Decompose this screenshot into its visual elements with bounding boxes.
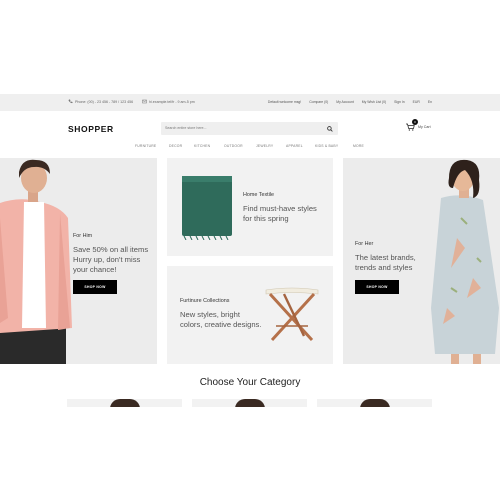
textile-image: [182, 176, 232, 240]
for-him-line-3: your chance!: [73, 265, 117, 274]
language-select[interactable]: En: [428, 100, 432, 104]
for-him-kicker: For Him: [73, 233, 93, 239]
for-her-text: The latest brands, trends and styles: [355, 253, 416, 273]
for-her-kicker: For Her: [355, 241, 374, 247]
category-image: [359, 399, 390, 407]
currency-select[interactable]: EUR: [413, 100, 420, 104]
furniture-line-1: New styles, bright: [180, 310, 240, 319]
for-her-line-1: The latest brands,: [355, 253, 416, 262]
top-utility-bar: Phone: (00) - 23 456 - 789 / 123 456 hi.…: [0, 94, 500, 111]
banner-for-her[interactable]: For Her The latest brands, trends and st…: [343, 158, 500, 364]
for-her-line-2: trends and styles: [355, 263, 413, 272]
compare-link[interactable]: Compare (0): [309, 100, 328, 104]
category-card[interactable]: [192, 399, 307, 407]
cart-label: My Cart: [418, 125, 431, 129]
home-textile-line-1: Find must-have styles: [243, 204, 317, 213]
phone-text: Phone: (00) - 23 456 - 789 / 123 456: [75, 99, 134, 104]
banner-for-him[interactable]: For Him Save 50% on all items Hurry up, …: [0, 158, 157, 364]
nav-item-decor[interactable]: DECOR: [169, 144, 194, 148]
search-icon[interactable]: [327, 125, 333, 132]
wishlist-link[interactable]: My Wish List (0): [362, 100, 386, 104]
nav-item-jewelry[interactable]: JEWELRY: [256, 144, 286, 148]
furniture-kicker: Furtinure Collections: [180, 298, 230, 304]
woman-model-image: [431, 159, 499, 364]
shop-now-button-him[interactable]: SHOP NOW: [73, 280, 117, 294]
phone-icon: [68, 99, 73, 104]
mail-icon: [142, 99, 147, 104]
for-him-line-1: Save 50% on all items: [73, 245, 149, 254]
email-text: hi.example.tel/fr - 9 am-5 pm: [149, 99, 195, 104]
phone-info: Phone: (00) - 23 456 - 789 / 123 456: [68, 99, 133, 104]
cart-button[interactable]: 0 My Cart: [406, 119, 436, 133]
man-model-image: [0, 159, 72, 364]
for-him-text: Save 50% on all items Hurry up, don't mi…: [73, 245, 148, 275]
site-logo[interactable]: SHOPPER: [68, 124, 114, 134]
category-card[interactable]: [67, 399, 182, 407]
email-info: hi.example.tel/fr - 9 am-5 pm: [142, 99, 195, 104]
category-card[interactable]: [317, 399, 432, 407]
my-account-link[interactable]: My Account: [336, 100, 354, 104]
category-image: [109, 399, 140, 407]
sign-in-link[interactable]: Sign In: [394, 100, 405, 104]
categories-title: Choose Your Category: [199, 377, 301, 388]
nav-item-outdoor[interactable]: OUTDOOR: [224, 144, 256, 148]
home-textile-text: Find must-have styles for this spring: [243, 204, 317, 224]
home-textile-kicker: Home Textile: [243, 192, 275, 198]
nav-item-kitchen[interactable]: KITCHEN: [194, 144, 224, 148]
account-links: Default welcome msg! Compare (0) My Acco…: [268, 100, 432, 104]
welcome-msg: Default welcome msg!: [267, 100, 302, 104]
shop-now-button-her[interactable]: SHOP NOW: [355, 280, 399, 294]
category-image: [234, 399, 265, 407]
main-nav: FURNITURE DECOR KITCHEN OUTDOOR JEWELRY …: [135, 144, 364, 148]
for-him-line-2: Hurry up, don't miss: [73, 255, 141, 264]
home-textile-line-2: for this spring: [243, 214, 289, 223]
nav-item-more[interactable]: MORE: [353, 144, 364, 148]
search-placeholder: Search entire store here...: [165, 126, 207, 130]
nav-item-furniture[interactable]: FURNITURE: [135, 144, 169, 148]
banner-furniture[interactable]: Furtinure Collections New styles, bright…: [167, 266, 333, 364]
folding-stool-image: [265, 287, 319, 342]
search-input[interactable]: Search entire store here...: [161, 122, 338, 135]
furniture-text: New styles, bright colors, creative desi…: [180, 310, 261, 330]
nav-item-apparel[interactable]: APPAREL: [286, 144, 315, 148]
nav-item-kids-baby[interactable]: KIDS & BABY: [315, 144, 353, 148]
furniture-line-2: colors, creative designs.: [180, 320, 262, 329]
banner-home-textile[interactable]: Home Textile Find must-have styles for t…: [167, 158, 333, 256]
